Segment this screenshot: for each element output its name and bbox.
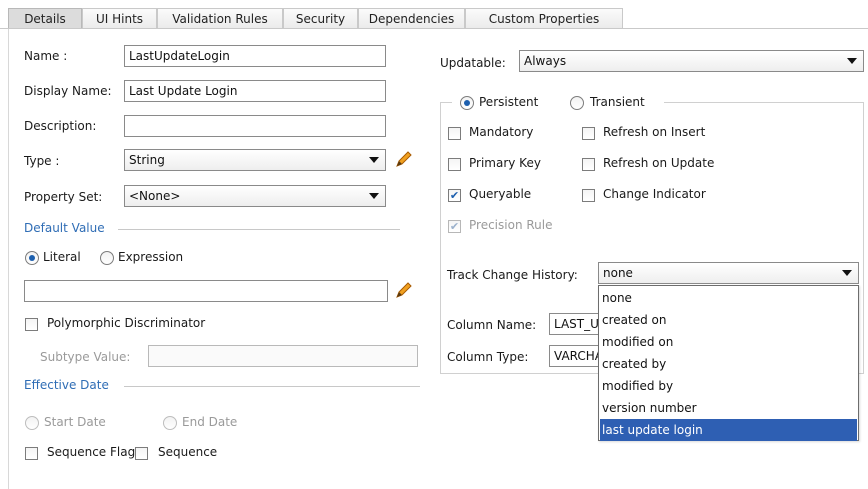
dropdown-option-created-by[interactable]: created by — [600, 353, 857, 375]
primary-key-checkbox[interactable] — [448, 158, 461, 171]
name-label: Name : — [24, 49, 68, 63]
sequence-label: Sequence — [158, 445, 218, 459]
description-label: Description: — [24, 119, 97, 133]
subtype-field[interactable] — [148, 345, 418, 367]
dropdown-option-version-number[interactable]: version number — [600, 397, 857, 419]
description-field[interactable] — [124, 115, 386, 137]
refresh-update-checkbox[interactable] — [582, 158, 595, 171]
mandatory-checkbox[interactable] — [448, 127, 461, 140]
property-set-label: Property Set: — [24, 190, 103, 204]
tab-ui-hints[interactable]: UI Hints — [82, 8, 157, 28]
default-value-rule — [118, 229, 400, 230]
chevron-down-icon — [847, 58, 857, 64]
precision-rule-label: Precision Rule — [469, 218, 553, 232]
change-indicator-label: Change Indicator — [603, 187, 706, 201]
dropdown-option-modified-by[interactable]: modified by — [600, 375, 857, 397]
radio-selected-dot — [464, 100, 470, 106]
track-change-label: Track Change History: — [447, 268, 578, 282]
literal-label: Literal — [43, 250, 81, 264]
sequence-checkbox[interactable] — [135, 447, 148, 460]
effective-date-section: Effective Date — [24, 378, 109, 392]
tab-underline — [0, 28, 868, 29]
transient-radio[interactable] — [570, 96, 584, 110]
effective-date-rule — [124, 386, 420, 387]
panel-left-border — [8, 29, 9, 489]
precision-rule-checkbox[interactable]: ✔ — [448, 220, 461, 233]
type-combo[interactable]: String — [124, 149, 386, 171]
track-change-value: none — [603, 266, 633, 280]
track-change-combo[interactable]: none — [598, 262, 859, 284]
radio-selected-dot — [29, 255, 35, 261]
end-date-radio[interactable] — [163, 416, 177, 430]
chevron-down-icon — [369, 157, 379, 163]
sequence-flag-checkbox[interactable] — [25, 447, 38, 460]
start-date-label: Start Date — [44, 415, 106, 429]
persistent-radio[interactable] — [460, 96, 474, 110]
tab-security[interactable]: Security — [283, 8, 358, 28]
end-date-label: End Date — [182, 415, 238, 429]
polymorphic-label: Polymorphic Discriminator — [47, 316, 206, 330]
type-label: Type : — [24, 154, 60, 168]
persistent-label: Persistent — [479, 95, 539, 109]
tab-bar: Details UI Hints Validation Rules Securi… — [0, 0, 868, 30]
pencil-icon[interactable] — [393, 280, 413, 300]
type-combo-value: String — [129, 153, 165, 167]
queryable-checkbox[interactable]: ✔ — [448, 189, 461, 202]
queryable-label: Queryable — [469, 187, 532, 201]
refresh-update-label: Refresh on Update — [603, 156, 715, 170]
polymorphic-checkbox[interactable] — [25, 318, 38, 331]
chevron-down-icon — [369, 193, 379, 199]
literal-radio[interactable] — [25, 251, 39, 265]
start-date-radio[interactable] — [25, 416, 39, 430]
refresh-insert-label: Refresh on Insert — [603, 125, 706, 139]
tab-validation-rules[interactable]: Validation Rules — [157, 8, 283, 28]
dropdown-option-none[interactable]: none — [600, 287, 857, 309]
tab-dependencies[interactable]: Dependencies — [358, 8, 465, 28]
dropdown-option-last-update-login[interactable]: last update login — [600, 419, 857, 441]
updatable-combo[interactable]: Always — [519, 50, 864, 72]
subtype-label: Subtype Value: — [40, 350, 131, 364]
dropdown-option-modified-on[interactable]: modified on — [600, 331, 857, 353]
transient-label: Transient — [590, 95, 645, 109]
default-value-field[interactable] — [24, 280, 388, 302]
chevron-down-icon — [842, 270, 852, 276]
track-change-dropdown-list: none created on modified on created by m… — [598, 285, 859, 441]
expression-label: Expression — [118, 250, 184, 264]
expression-radio[interactable] — [100, 251, 114, 265]
display-name-label: Display Name: — [24, 84, 112, 98]
default-value-section: Default Value — [24, 221, 105, 235]
change-indicator-checkbox[interactable] — [582, 189, 595, 202]
updatable-value: Always — [524, 54, 567, 68]
pencil-icon[interactable] — [393, 149, 413, 169]
display-name-field[interactable]: Last Update Login — [124, 80, 386, 102]
dropdown-option-created-on[interactable]: created on — [600, 309, 857, 331]
mandatory-label: Mandatory — [469, 125, 534, 139]
tab-details[interactable]: Details — [8, 8, 82, 28]
name-field[interactable]: LastUpdateLogin — [124, 45, 386, 67]
updatable-label: Updatable: — [440, 56, 506, 70]
property-set-combo[interactable]: <None> — [124, 185, 386, 207]
column-name-label: Column Name: — [447, 318, 537, 332]
property-set-value: <None> — [129, 189, 181, 203]
refresh-insert-checkbox[interactable] — [582, 127, 595, 140]
primary-key-label: Primary Key — [469, 156, 541, 170]
tab-custom-properties[interactable]: Custom Properties — [465, 8, 623, 28]
sequence-flag-label: Sequence Flag — [47, 445, 136, 459]
column-type-label: Column Type: — [447, 350, 529, 364]
